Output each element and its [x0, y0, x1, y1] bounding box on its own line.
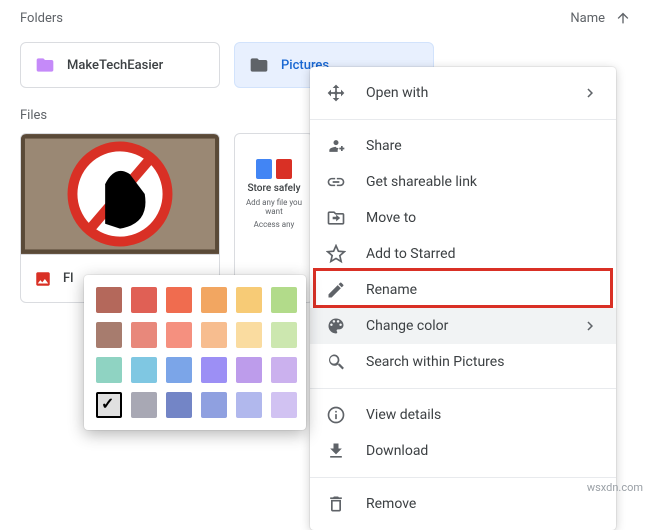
move-icon	[326, 208, 346, 228]
menu-label: Share	[366, 138, 402, 154]
menu-view-details[interactable]: View details	[310, 397, 616, 433]
menu-label: Download	[366, 443, 428, 459]
context-menu: Open with Share Get shareable link Move …	[310, 67, 616, 530]
folder-maketecheasier[interactable]: MakeTechEasier	[20, 42, 220, 88]
link-icon	[326, 172, 346, 192]
color-swatch[interactable]	[271, 287, 297, 313]
color-swatch[interactable]	[236, 392, 262, 418]
rename-icon	[326, 280, 346, 300]
menu-label: Search within Pictures	[366, 354, 504, 370]
folder-icon	[249, 55, 269, 75]
menu-share[interactable]: Share	[310, 128, 616, 164]
color-swatch[interactable]	[131, 392, 157, 418]
color-swatch[interactable]	[201, 357, 227, 383]
color-swatch[interactable]	[166, 357, 192, 383]
menu-label: Get shareable link	[366, 174, 477, 190]
folder-icon	[35, 55, 55, 75]
color-swatch[interactable]	[166, 392, 192, 418]
color-swatch[interactable]	[201, 392, 227, 418]
folders-section-title: Folders	[20, 11, 63, 26]
open-with-icon	[326, 83, 346, 103]
menu-change-color[interactable]: Change color	[310, 308, 616, 344]
color-swatch[interactable]	[201, 322, 227, 348]
menu-separator	[310, 119, 616, 120]
sort-control[interactable]: Name	[570, 8, 633, 28]
menu-label: Move to	[366, 210, 416, 226]
color-swatch[interactable]	[201, 287, 227, 313]
menu-label: Rename	[366, 282, 417, 298]
menu-separator	[310, 388, 616, 389]
menu-remove[interactable]: Remove	[310, 486, 616, 522]
arrow-up-icon	[613, 8, 633, 28]
chevron-right-icon	[580, 83, 600, 103]
color-swatch[interactable]	[131, 357, 157, 383]
color-swatch[interactable]	[271, 322, 297, 348]
file-name: Fl	[63, 271, 73, 286]
doc-line: Access any	[254, 220, 295, 229]
color-swatch[interactable]	[96, 287, 122, 313]
color-swatch[interactable]	[96, 322, 122, 348]
color-swatch[interactable]	[236, 322, 262, 348]
menu-open-with[interactable]: Open with	[310, 75, 616, 111]
doc-line: Add any file you want	[245, 198, 303, 216]
info-icon	[326, 405, 346, 425]
color-swatch[interactable]	[271, 357, 297, 383]
menu-label: Add to Starred	[366, 246, 455, 262]
color-swatch[interactable]	[96, 357, 122, 383]
star-icon	[326, 244, 346, 264]
color-swatch[interactable]	[166, 287, 192, 313]
color-picker	[84, 275, 306, 430]
menu-add-starred[interactable]: Add to Starred	[310, 236, 616, 272]
watermark: wsxdn.com	[587, 481, 643, 494]
chevron-right-icon	[580, 316, 600, 336]
color-swatch[interactable]	[96, 392, 122, 418]
menu-label: Open with	[366, 85, 428, 101]
trash-icon	[326, 494, 346, 514]
menu-download[interactable]: Download	[310, 433, 616, 469]
color-swatch[interactable]	[236, 287, 262, 313]
doc-thumbnail: Store safely Add any file you want Acces…	[235, 134, 313, 254]
doc-title: Store safely	[248, 183, 301, 194]
image-thumbnail	[21, 134, 219, 254]
menu-get-link[interactable]: Get shareable link	[310, 164, 616, 200]
palette-icon	[326, 316, 346, 336]
share-icon	[326, 136, 346, 156]
menu-label: Change color	[366, 318, 448, 334]
color-swatch[interactable]	[271, 392, 297, 418]
search-icon	[326, 352, 346, 372]
download-icon	[326, 441, 346, 461]
menu-search-within[interactable]: Search within Pictures	[310, 344, 616, 380]
menu-label: Remove	[366, 496, 416, 512]
color-swatch[interactable]	[131, 322, 157, 348]
menu-label: View details	[366, 407, 441, 423]
menu-move-to[interactable]: Move to	[310, 200, 616, 236]
color-swatch[interactable]	[131, 287, 157, 313]
folder-label: MakeTechEasier	[67, 58, 163, 73]
color-swatch[interactable]	[236, 357, 262, 383]
color-swatch[interactable]	[166, 322, 192, 348]
image-icon	[33, 269, 53, 289]
sort-label: Name	[570, 11, 605, 26]
menu-rename[interactable]: Rename	[310, 272, 616, 308]
menu-separator	[310, 477, 616, 478]
